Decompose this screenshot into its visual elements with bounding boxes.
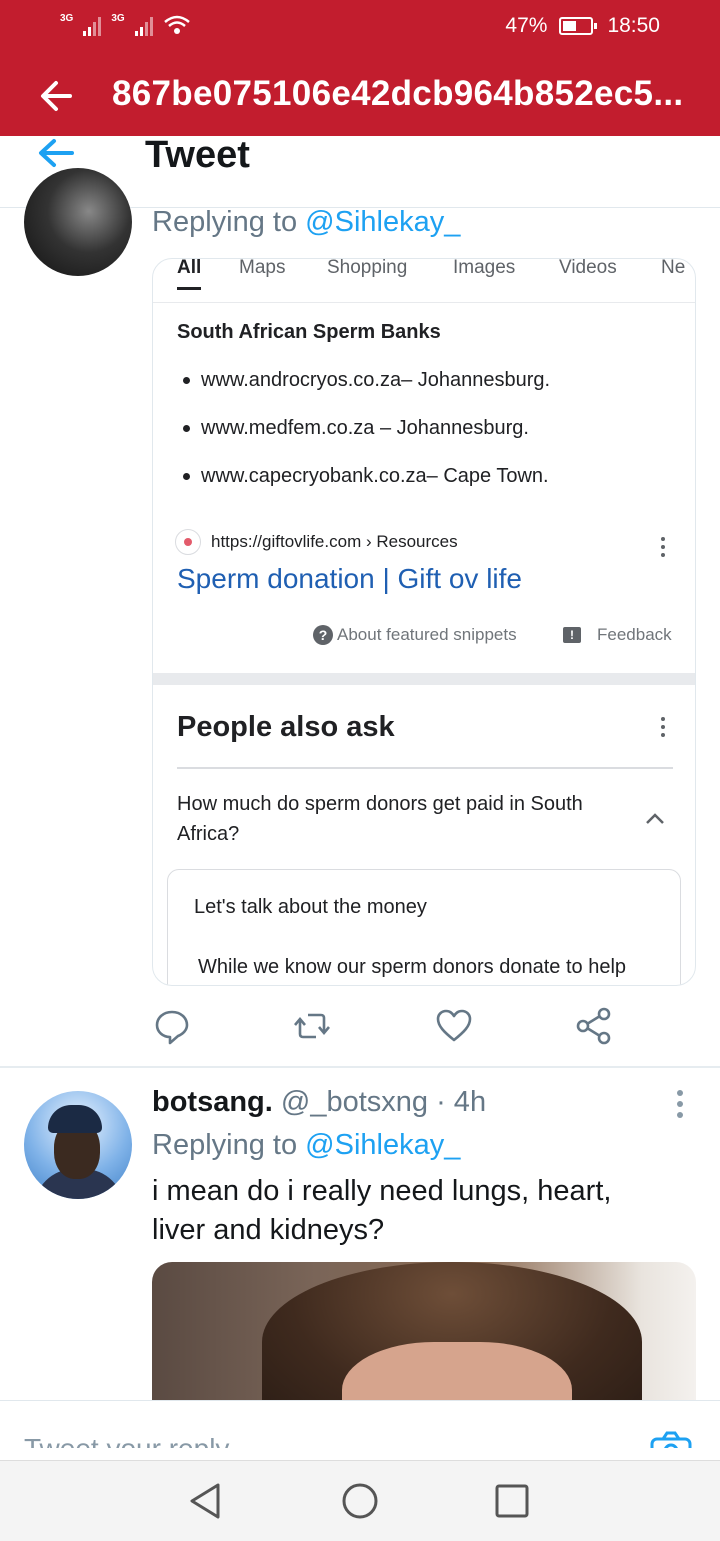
- help-icon: ?: [313, 625, 333, 645]
- tweet-actions: [152, 1006, 622, 1046]
- attached-screenshot[interactable]: All Maps Shopping Images Videos Ne South…: [152, 258, 696, 986]
- result-link: Sperm donation | Gift ov life: [177, 563, 522, 594]
- tweet-media-image[interactable]: [152, 1262, 696, 1422]
- like-heart-icon[interactable]: [434, 1006, 474, 1046]
- feedback-icon: !: [563, 627, 581, 643]
- page-title: Tweet: [145, 134, 250, 176]
- bank-list: www.androcryos.co.za– Johannesburg. www.…: [183, 369, 550, 513]
- replying-handle-link[interactable]: @Sihlekay_: [305, 206, 460, 238]
- nav-home-icon[interactable]: [340, 1481, 380, 1521]
- share-icon[interactable]: [574, 1006, 614, 1046]
- battery-icon: [559, 17, 598, 35]
- tab-shopping: Shopping: [327, 258, 408, 278]
- wifi-icon: [163, 15, 190, 34]
- chevron-up-icon: [646, 813, 664, 824]
- clock: 18:50: [607, 14, 660, 37]
- avatar[interactable]: [24, 1091, 132, 1199]
- snippet-title: South African Sperm Banks: [177, 321, 441, 343]
- retweet-icon[interactable]: [292, 1006, 332, 1046]
- people-also-ask-title: People also ask: [177, 711, 395, 743]
- reply-input[interactable]: Tweet your reply: [24, 1433, 229, 1448]
- battery-percent: 47%: [505, 14, 548, 37]
- tweet-text: i mean do i really need lungs, heart, li…: [152, 1175, 612, 1246]
- app-top-bar: 3G 3G 47% 18:50 867be075106e42dcb964b852…: [0, 0, 720, 136]
- tweet-back-arrow-icon[interactable]: [36, 136, 76, 170]
- more-vertical-icon[interactable]: [676, 1090, 683, 1122]
- list-item: www.medfem.co.za – Johannesburg.: [183, 417, 550, 465]
- more-vertical-icon: [660, 537, 666, 561]
- nav-back-icon[interactable]: [186, 1481, 226, 1521]
- signal-icon: [83, 16, 102, 36]
- nav-recents-icon[interactable]: [492, 1481, 532, 1521]
- tab-maps: Maps: [239, 258, 286, 278]
- answer-text: While we know our sperm donors donate to…: [198, 956, 627, 978]
- handle-time: @_botsxng · 4h: [272, 1086, 487, 1118]
- tweet-divider: [0, 1066, 720, 1068]
- answer-heading: Let's talk about the money: [194, 896, 427, 918]
- network-type-1: 3G: [60, 13, 74, 24]
- display-name[interactable]: botsang.: [152, 1086, 273, 1118]
- feedback: ! Feedback: [563, 625, 672, 645]
- signal-indicators: 3G 3G: [60, 13, 191, 36]
- tweet-author: botsang. @_botsxng · 4h: [152, 1086, 486, 1119]
- section-divider: [153, 673, 695, 685]
- camera-icon[interactable]: [650, 1431, 692, 1448]
- status-right: 47% 18:50: [505, 14, 660, 38]
- replying-to: Replying to @Sihlekay_: [152, 206, 461, 238]
- replying-to: Replying to @Sihlekay_: [152, 1129, 461, 1161]
- app-title: 867be075106e42dcb964b852ec5...: [112, 74, 684, 113]
- tab-news: Ne: [661, 258, 686, 278]
- network-type-2: 3G: [111, 13, 125, 24]
- tab-images: Images: [453, 258, 516, 278]
- more-vertical-icon: [660, 717, 666, 741]
- list-item: www.androcryos.co.za– Johannesburg.: [183, 369, 550, 417]
- signal-icon-2: [134, 16, 153, 36]
- about-snippets: ? About featured snippets: [313, 625, 517, 645]
- back-arrow-icon[interactable]: [36, 76, 76, 116]
- paa-question: How much do sperm donors get paid in Sou…: [177, 793, 583, 845]
- source-url: https://giftovlife.com › Resources: [211, 532, 458, 551]
- reply-composer[interactable]: Tweet your reply: [0, 1400, 720, 1448]
- replying-handle-link[interactable]: @Sihlekay_: [305, 1129, 460, 1161]
- answer-box: Let's talk about the money While we know…: [167, 869, 681, 985]
- tab-all: All: [177, 258, 202, 290]
- search-tabs: All Maps Shopping Images Videos Ne: [153, 258, 695, 303]
- reply-icon[interactable]: [152, 1006, 192, 1046]
- system-nav-bar: [0, 1460, 720, 1541]
- divider: [177, 767, 673, 769]
- avatar[interactable]: [24, 168, 132, 276]
- status-bar: 3G 3G 47% 18:50: [0, 12, 720, 42]
- tab-videos: Videos: [559, 258, 617, 278]
- result-source: https://giftovlife.com › Resources: [175, 529, 458, 555]
- site-favicon-icon: [175, 529, 201, 555]
- list-item: www.capecryobank.co.za– Cape Town.: [183, 465, 550, 513]
